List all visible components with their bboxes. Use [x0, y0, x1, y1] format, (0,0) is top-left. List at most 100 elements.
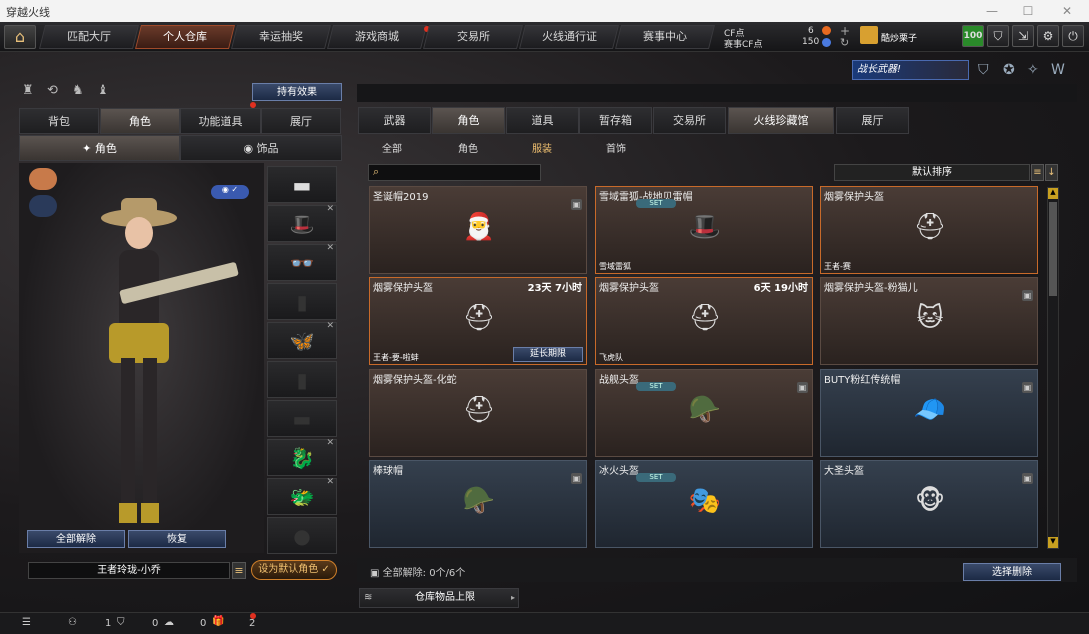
- item-card[interactable]: 雪域雷狐-战地贝雷帽 SET 🎩 雪域雷狐: [595, 186, 813, 274]
- exit-room-icon[interactable]: ⇲: [1012, 25, 1034, 47]
- medal-icon[interactable]: ✪: [1003, 62, 1015, 78]
- right-tab[interactable]: 武器: [358, 107, 431, 134]
- filter-tab[interactable]: 角色: [458, 140, 478, 155]
- item-card[interactable]: 战舰头盔 SET ▣ 🪖: [595, 369, 813, 457]
- left-tab[interactable]: 角色: [100, 108, 180, 134]
- vip-icon[interactable]: W: [1051, 62, 1065, 78]
- right-tab[interactable]: 角色: [432, 107, 505, 134]
- left-tab[interactable]: 展厅: [261, 108, 341, 134]
- slot-glasses[interactable]: ✕ 👓: [267, 243, 337, 281]
- lock-icon[interactable]: ▣: [1022, 473, 1033, 484]
- filter-tab[interactable]: 全部: [382, 140, 402, 155]
- menu-icon[interactable]: ☰: [22, 617, 31, 628]
- storage-limit-button[interactable]: ≋ 仓库物品上限 ▸: [359, 588, 519, 608]
- right-tab[interactable]: 展厅: [836, 107, 909, 134]
- set-default-button[interactable]: 设为默认角色 ✓: [251, 560, 337, 580]
- friends-icon[interactable]: ⚇: [68, 617, 77, 628]
- slot-empty-1[interactable]: ▮: [267, 283, 337, 320]
- close-icon[interactable]: ✕: [1050, 2, 1084, 20]
- promo-banner[interactable]: 战长武器!: [852, 60, 969, 80]
- unequip-all-button[interactable]: 全部解除: [27, 530, 125, 548]
- power-icon[interactable]: ⏻: [1062, 25, 1084, 47]
- scroll-up-icon[interactable]: ▲: [1048, 188, 1058, 199]
- nav-tab[interactable]: 赛事中心: [615, 25, 715, 49]
- shield-icon[interactable]: ⛉: [987, 25, 1009, 47]
- extend-button[interactable]: 延长期限: [513, 347, 583, 362]
- subtab-accessory[interactable]: ◉ 饰品: [180, 135, 342, 161]
- left-tab[interactable]: 背包: [19, 108, 99, 134]
- character-icon[interactable]: [29, 168, 57, 190]
- rotate-icon[interactable]: ⟲: [47, 83, 58, 98]
- slot-wings[interactable]: ✕ 🦋: [267, 321, 337, 359]
- lucky-bag-icon[interactable]: ♝: [97, 83, 109, 98]
- item-card[interactable]: 烟雾保护头盔 6天 19小时 ⛑ 飞虎队: [595, 277, 813, 365]
- list-view-icon[interactable]: ≡: [1031, 164, 1044, 181]
- right-tab[interactable]: 火线珍藏馆: [728, 107, 834, 134]
- lock-icon[interactable]: ▣: [797, 382, 808, 393]
- visibility-toggle[interactable]: ◉ ✓: [211, 185, 249, 199]
- clan-icon[interactable]: ⛉: [117, 617, 125, 628]
- badge-icon[interactable]: ⛉: [978, 62, 989, 78]
- item-card[interactable]: 烟雾保护头盔 23天 7小时 ⛑ 王者-要-啦蚌 延长期限: [369, 277, 587, 365]
- avatar[interactable]: [860, 26, 878, 44]
- weapon-view-icon[interactable]: [29, 195, 57, 217]
- nav-tab[interactable]: 交易所: [423, 25, 523, 49]
- helmet-icon: ⛑: [913, 212, 947, 242]
- item-card[interactable]: 大圣头盔 ▣ 🐵: [820, 460, 1038, 548]
- release-checkbox-icon[interactable]: ▣: [370, 568, 383, 579]
- item-card[interactable]: BUTY粉红传统帽 ▣ 🧢: [820, 369, 1038, 457]
- character-viewport[interactable]: ◉ ✓: [19, 163, 264, 553]
- nav-tab[interactable]: 游戏商城: [327, 25, 427, 49]
- home-button[interactable]: ⌂: [4, 25, 36, 49]
- right-tab[interactable]: 交易所: [653, 107, 726, 134]
- refresh-icon[interactable]: ↻: [840, 36, 849, 49]
- item-card[interactable]: 烟雾保护头盔-化蛇 ⛑: [369, 369, 587, 457]
- ranking-icon[interactable]: ♜: [22, 83, 34, 98]
- item-card[interactable]: 冰火头盔 SET 🎭: [595, 460, 813, 548]
- right-tab[interactable]: 暂存箱: [579, 107, 652, 134]
- minimize-icon[interactable]: —: [975, 2, 1009, 20]
- slot-hat[interactable]: ✕ 🎩: [267, 204, 337, 242]
- scrollbar[interactable]: ▲ ▼: [1047, 187, 1059, 549]
- filter-tab[interactable]: 服装: [532, 140, 552, 155]
- select-delete-button[interactable]: 选择删除: [963, 563, 1061, 581]
- scroll-down-icon[interactable]: ▼: [1048, 537, 1058, 548]
- emblem-icon[interactable]: ✧: [1027, 62, 1039, 78]
- item-card[interactable]: 烟雾保护头盔 ⛑ 王者-赛: [820, 186, 1038, 274]
- slot-empty-2[interactable]: ▮: [267, 361, 337, 398]
- restore-button[interactable]: 恢复: [128, 530, 226, 548]
- sort-direction-icon[interactable]: ↓: [1045, 164, 1058, 181]
- slot-weapon[interactable]: ▬: [267, 166, 337, 203]
- slot-pet-2[interactable]: ✕ 🐲: [267, 477, 337, 515]
- filter-tab[interactable]: 首饰: [606, 140, 626, 155]
- item-card[interactable]: 烟雾保护头盔-粉猫儿 ▣ 🐱: [820, 277, 1038, 365]
- pose-icon[interactable]: ♞: [72, 83, 84, 98]
- list-icon[interactable]: ≡: [232, 562, 246, 579]
- gear-icon[interactable]: ⚙: [1037, 25, 1059, 47]
- level-badge[interactable]: 100: [962, 25, 984, 47]
- chat-icon[interactable]: ☁: [164, 617, 174, 628]
- nav-tab[interactable]: 个人仓库: [135, 25, 235, 49]
- maximize-icon[interactable]: ☐: [1011, 2, 1045, 20]
- lock-icon[interactable]: ▣: [1022, 382, 1033, 393]
- slot-empty-3[interactable]: ▬: [267, 400, 337, 437]
- item-card[interactable]: 棒球帽 ▣ 🪖: [369, 460, 587, 548]
- owned-effects-button[interactable]: 持有效果: [252, 83, 342, 101]
- sort-select[interactable]: 默认排序: [834, 164, 1030, 181]
- gift-icon[interactable]: 🎁: [212, 616, 224, 627]
- notice-dot-icon: [250, 613, 256, 619]
- nav-tab[interactable]: 匹配大厅: [39, 25, 139, 49]
- slot-pet-1[interactable]: ✕ 🐉: [267, 438, 337, 476]
- item-card[interactable]: 圣诞帽2019 ▣ 🎅: [369, 186, 587, 274]
- slot-empty-4[interactable]: ●: [267, 517, 337, 554]
- lock-icon[interactable]: ▣: [571, 473, 582, 484]
- nav-tab[interactable]: 幸运抽奖: [231, 25, 331, 49]
- nav-tab[interactable]: 火线通行证: [519, 25, 619, 49]
- right-tab[interactable]: 道具: [506, 107, 579, 134]
- scroll-thumb[interactable]: [1049, 202, 1057, 296]
- search-input[interactable]: ⌕: [368, 164, 541, 181]
- lock-icon[interactable]: ▣: [571, 199, 582, 210]
- lock-icon[interactable]: ▣: [1022, 290, 1033, 301]
- subtab-character[interactable]: ✦ 角色: [19, 135, 180, 161]
- left-tab[interactable]: 功能道具: [180, 108, 261, 134]
